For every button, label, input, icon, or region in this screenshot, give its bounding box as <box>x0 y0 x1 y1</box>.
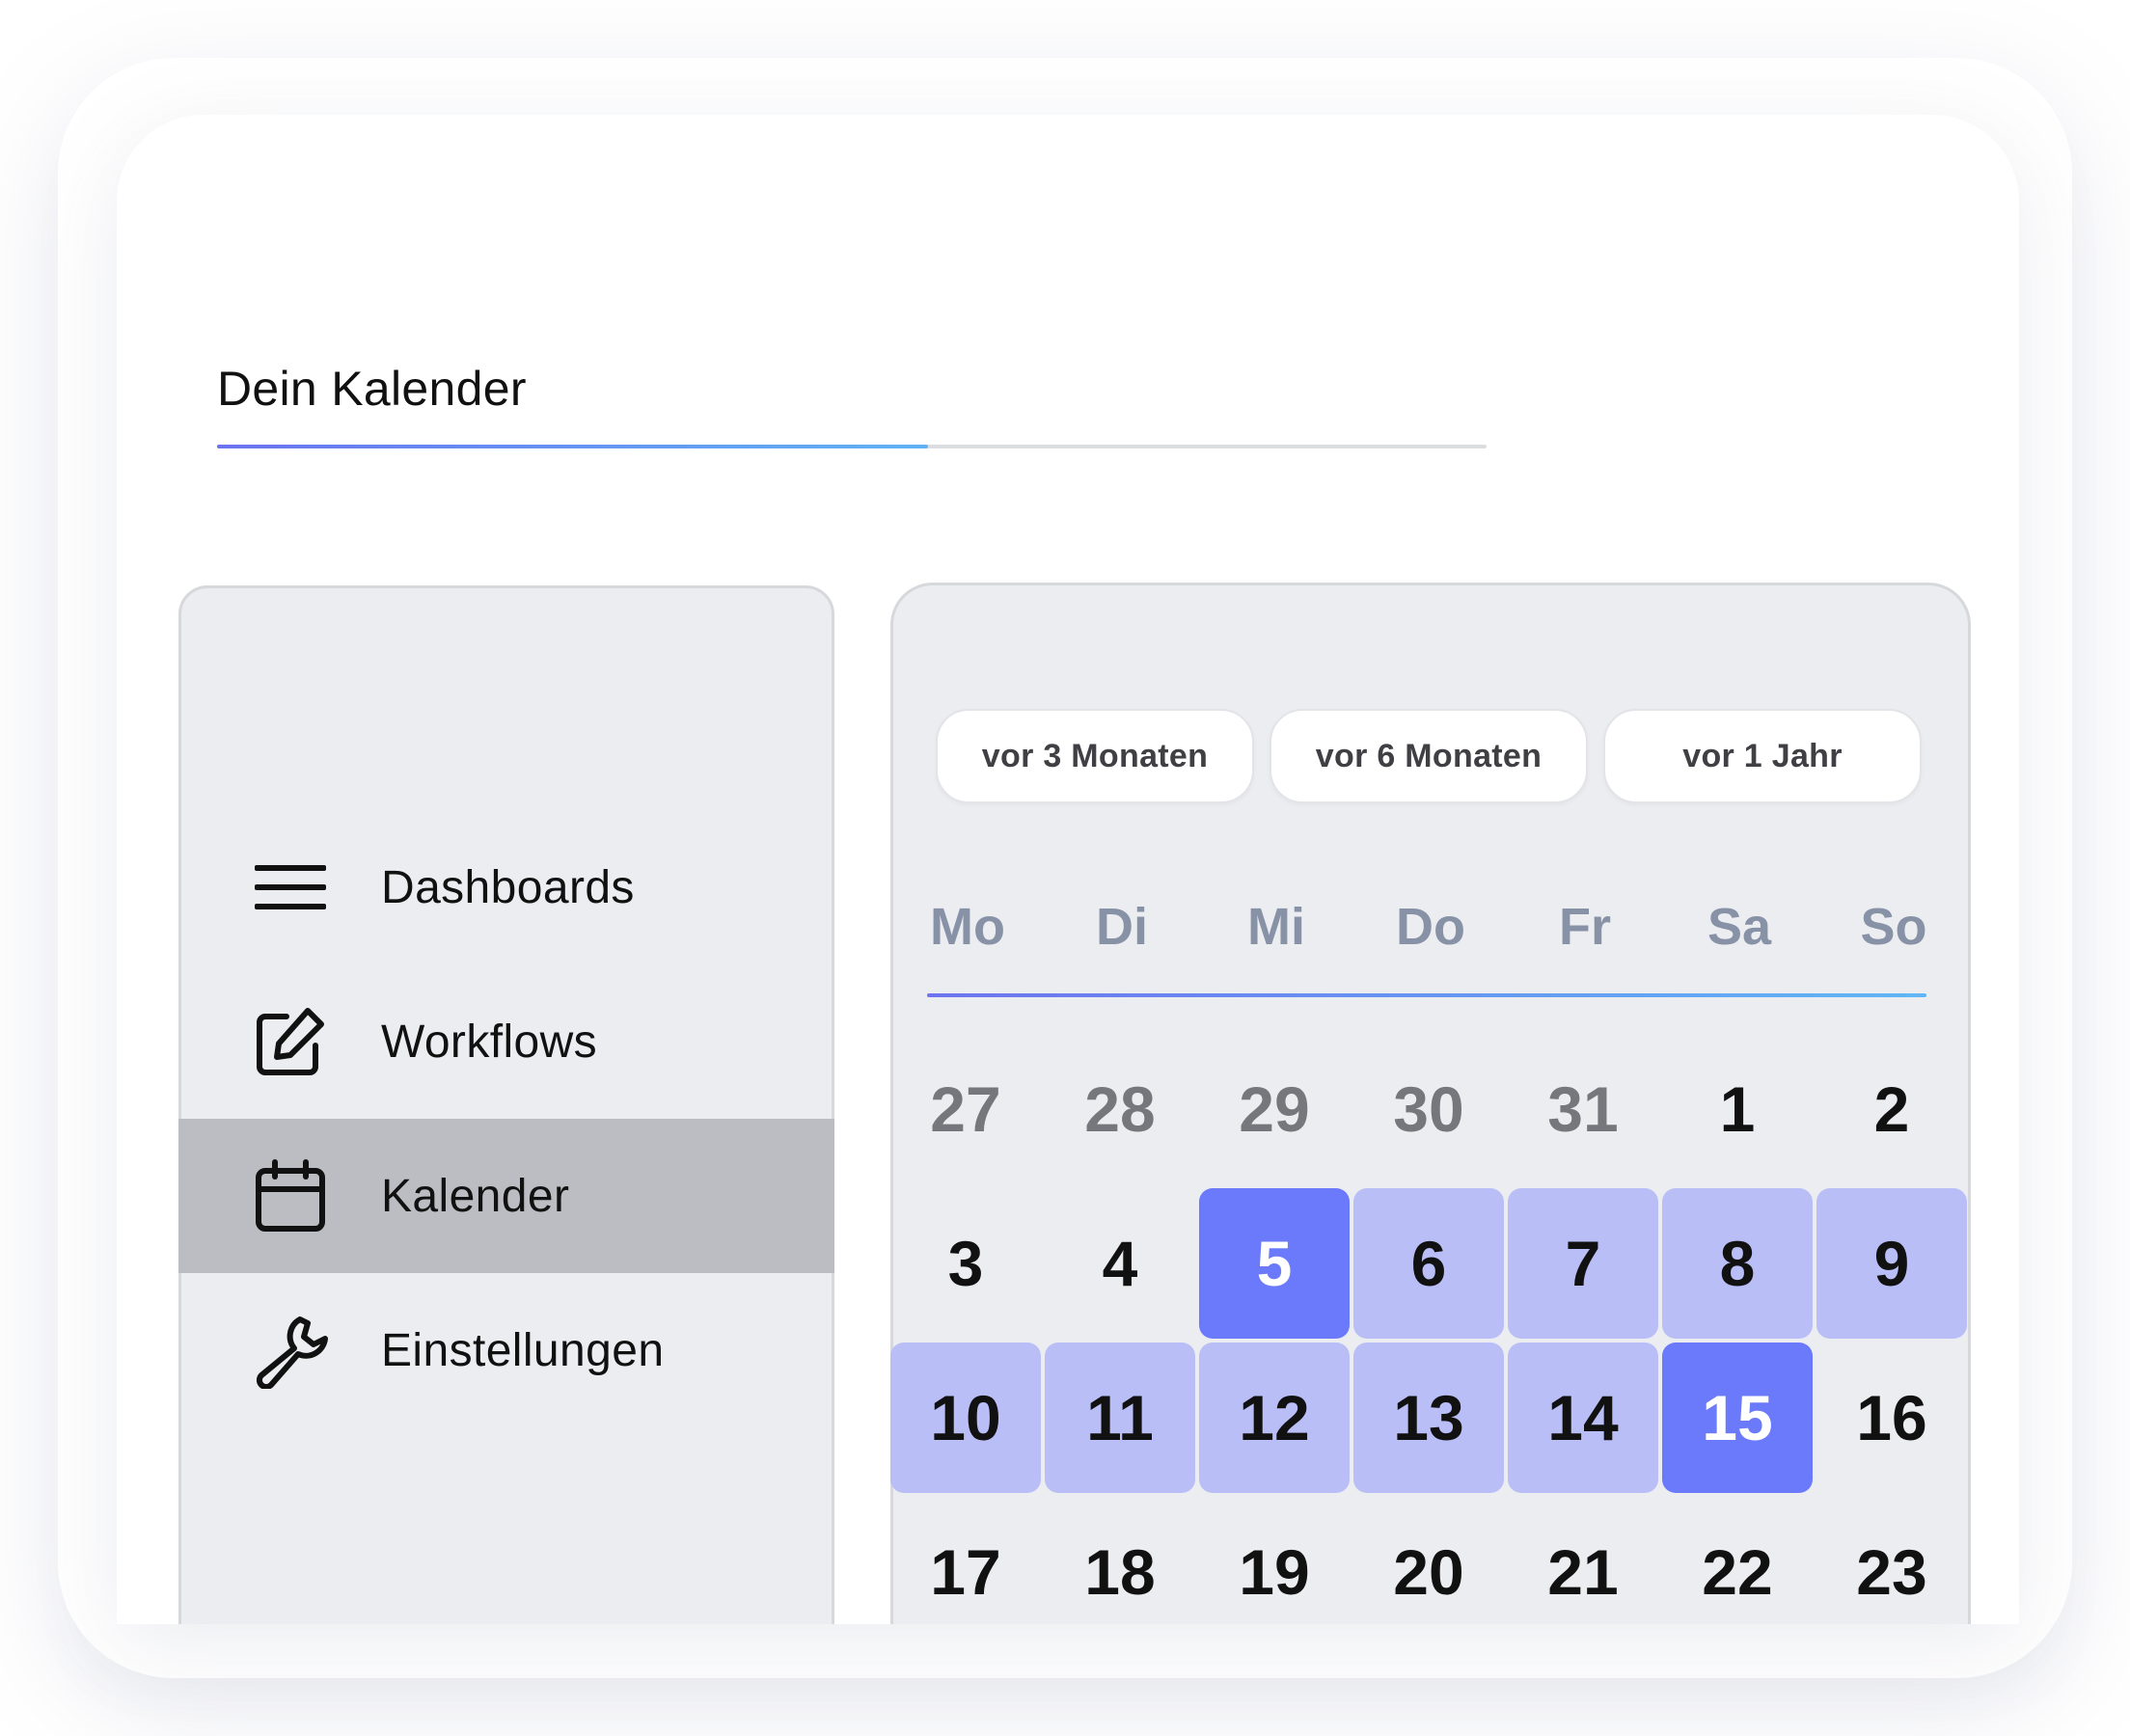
calendar-day[interactable]: 5 <box>1199 1188 1350 1339</box>
range-6-months-button[interactable]: vor 6 Monaten <box>1270 709 1588 803</box>
calendar-day[interactable]: 14 <box>1508 1343 1658 1493</box>
calendar-day[interactable]: 20 <box>1353 1497 1504 1624</box>
calendar-day[interactable]: 13 <box>1353 1343 1504 1493</box>
sidebar-item-einstellungen[interactable]: Einstellungen <box>178 1273 834 1427</box>
sidebar-item-workflows[interactable]: Workflows <box>178 964 834 1119</box>
weekday-label: Mi <box>1247 898 1305 956</box>
calendar-day[interactable]: 21 <box>1508 1497 1658 1624</box>
title-progress-bar <box>217 445 928 448</box>
calendar-day[interactable]: 4 <box>1045 1188 1195 1339</box>
calendar-day[interactable]: 30 <box>1353 1034 1504 1184</box>
weekday-label: Sa <box>1707 898 1772 956</box>
calendar-day[interactable]: 10 <box>890 1343 1041 1493</box>
weekday-label: Mo <box>930 898 1005 956</box>
calendar-day[interactable]: 8 <box>1662 1188 1813 1339</box>
menu-icon <box>252 849 329 926</box>
calendar-day[interactable]: 23 <box>1816 1497 1967 1624</box>
calendar-day[interactable]: 2 <box>1816 1034 1967 1184</box>
calendar-day[interactable]: 15 <box>1662 1343 1813 1493</box>
edit-icon <box>252 1003 329 1080</box>
calendar-panel: vor 3 Monaten vor 6 Monaten vor 1 Jahr M… <box>890 583 1971 1624</box>
sidebar-item-label: Dashboards <box>381 861 635 913</box>
sidebar-item-label: Einstellungen <box>381 1324 665 1376</box>
title-progress-track <box>217 445 1487 448</box>
calendar-day[interactable]: 31 <box>1508 1034 1658 1184</box>
sidebar-item-dashboards[interactable]: Dashboards <box>178 810 834 964</box>
calendar-day[interactable]: 1 <box>1662 1034 1813 1184</box>
calendar-day[interactable]: 19 <box>1199 1497 1350 1624</box>
sidebar-item-label: Workflows <box>381 1016 598 1068</box>
calendar-icon <box>252 1157 329 1234</box>
wrench-icon <box>252 1312 329 1389</box>
calendar-day[interactable]: 17 <box>890 1497 1041 1624</box>
weekday-label: Do <box>1396 898 1465 956</box>
range-3-months-button[interactable]: vor 3 Monaten <box>936 709 1254 803</box>
sidebar-item-label: Kalender <box>381 1170 570 1222</box>
calendar-day[interactable]: 3 <box>890 1188 1041 1339</box>
calendar-day[interactable]: 22 <box>1662 1497 1813 1624</box>
calendar-day[interactable]: 27 <box>890 1034 1041 1184</box>
calendar-day[interactable]: 11 <box>1045 1343 1195 1493</box>
weekday-label: Di <box>1096 898 1148 956</box>
calendar-day[interactable]: 12 <box>1199 1343 1350 1493</box>
calendar-day[interactable]: 16 <box>1816 1343 1967 1493</box>
app-card: Dein Kalender Dashboards Workflows Kalen… <box>117 115 2019 1624</box>
calendar-day[interactable]: 29 <box>1199 1034 1350 1184</box>
sidebar: Dashboards Workflows Kalender Einstellun… <box>178 585 834 1624</box>
calendar-day[interactable]: 9 <box>1816 1188 1967 1339</box>
calendar-day[interactable]: 7 <box>1508 1188 1658 1339</box>
weekday-divider <box>927 993 1926 997</box>
calendar-day[interactable]: 6 <box>1353 1188 1504 1339</box>
weekday-label: Fr <box>1559 898 1611 956</box>
calendar-day[interactable]: 28 <box>1045 1034 1195 1184</box>
calendar-day[interactable]: 18 <box>1045 1497 1195 1624</box>
range-1-year-button[interactable]: vor 1 Jahr <box>1603 709 1922 803</box>
sidebar-item-kalender[interactable]: Kalender <box>178 1119 834 1273</box>
weekday-label: So <box>1860 898 1927 956</box>
page-title: Dein Kalender <box>217 362 527 416</box>
